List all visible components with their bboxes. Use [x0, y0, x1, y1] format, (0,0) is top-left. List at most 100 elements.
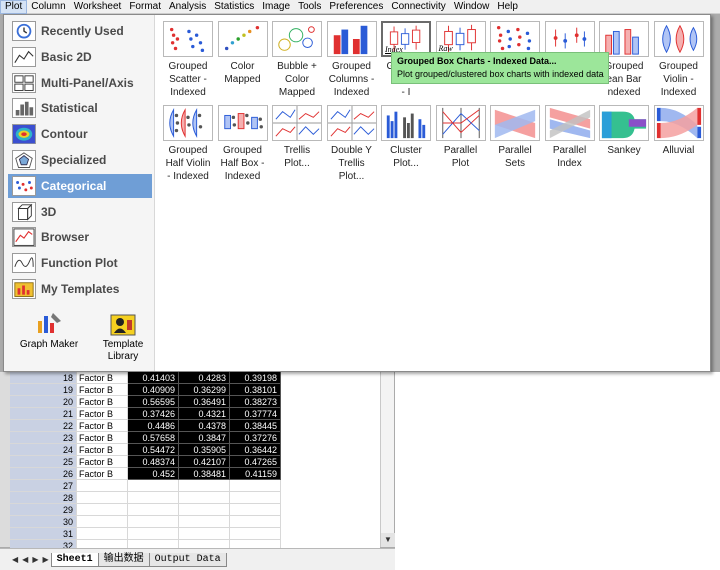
category-basic-2d[interactable]: Basic 2D	[8, 45, 152, 69]
plot-thumb-halfviolin[interactable]: Grouped Half Violin - Indexed	[161, 105, 215, 183]
table-cell[interactable]	[128, 504, 179, 516]
table-cell[interactable]: 0.37774	[230, 408, 281, 420]
table-cell[interactable]: 0.36442	[230, 444, 281, 456]
category-3d[interactable]: 3D	[8, 200, 152, 224]
table-cell[interactable]: 20	[10, 396, 77, 408]
table-cell[interactable]: 0.38481	[179, 468, 230, 480]
table-cell[interactable]: 19	[10, 384, 77, 396]
sheet-tab-output-data[interactable]: Output Data	[148, 552, 227, 567]
table-cell[interactable]: 0.37276	[230, 432, 281, 444]
menu-column[interactable]: Column	[27, 0, 69, 14]
graph-maker-button[interactable]: Graph Maker	[12, 311, 86, 371]
table-cell[interactable]: 0.4321	[179, 408, 230, 420]
table-row[interactable]: 19 Factor B 0.40909 0.36299 0.38101	[10, 384, 380, 396]
table-cell[interactable]	[230, 504, 281, 516]
table-cell[interactable]: 25	[10, 456, 77, 468]
category-multi-panel-axis[interactable]: Multi-Panel/Axis	[8, 71, 152, 95]
table-cell[interactable]: 0.40909	[128, 384, 179, 396]
plot-thumb-alluvial[interactable]: Alluvial	[652, 105, 706, 157]
table-cell[interactable]: 27	[10, 480, 77, 492]
table-row[interactable]: 31	[10, 528, 380, 540]
table-cell[interactable]	[77, 516, 128, 528]
category-specialized[interactable]: Specialized	[8, 148, 152, 172]
table-cell[interactable]: 0.42107	[179, 456, 230, 468]
table-cell[interactable]: 0.4283	[179, 372, 230, 384]
plot-thumb-scatter[interactable]: Grouped Scatter - Indexed	[161, 21, 215, 99]
table-row[interactable]: 28	[10, 492, 380, 504]
table-cell[interactable]	[179, 492, 230, 504]
menu-statistics[interactable]: Statistics	[210, 0, 258, 14]
table-row[interactable]: 23 Factor B 0.57658 0.3847 0.37276	[10, 432, 380, 444]
table-cell[interactable]: Factor B	[77, 384, 128, 396]
table-cell[interactable]: Factor B	[77, 372, 128, 384]
table-cell[interactable]: 0.41159	[230, 468, 281, 480]
table-cell[interactable]: 28	[10, 492, 77, 504]
table-cell[interactable]: 31	[10, 528, 77, 540]
table-cell[interactable]	[128, 492, 179, 504]
table-cell[interactable]: 0.54472	[128, 444, 179, 456]
plot-thumb-halfbox[interactable]: Grouped Half Box - Indexed	[216, 105, 270, 183]
table-cell[interactable]: 0.47265	[230, 456, 281, 468]
table-row[interactable]: 21 Factor B 0.37426 0.4321 0.37774	[10, 408, 380, 420]
category-function-plot[interactable]: Function Plot	[8, 251, 152, 275]
plot-thumb-colorpts[interactable]: Color Mapped	[216, 21, 270, 86]
table-cell[interactable]: Factor B	[77, 456, 128, 468]
menu-preferences[interactable]: Preferences	[325, 0, 387, 14]
category-categorical[interactable]: Categorical	[8, 173, 152, 198]
table-cell[interactable]: 29	[10, 504, 77, 516]
scroll-down-icon[interactable]: ▼	[381, 533, 395, 547]
plot-thumb-violin[interactable]: Grouped Violin - Indexed	[652, 21, 706, 99]
table-cell[interactable]	[128, 480, 179, 492]
menu-worksheet[interactable]: Worksheet	[70, 0, 126, 14]
table-row[interactable]: 24 Factor B 0.54472 0.35905 0.36442	[10, 444, 380, 456]
table-cell[interactable]: 0.36491	[179, 396, 230, 408]
table-cell[interactable]: 0.57658	[128, 432, 179, 444]
table-row[interactable]: 20 Factor B 0.56595 0.36491 0.38273	[10, 396, 380, 408]
menu-format[interactable]: Format	[125, 0, 165, 14]
table-cell[interactable]	[179, 480, 230, 492]
table-cell[interactable]	[77, 528, 128, 540]
table-cell[interactable]: 26	[10, 468, 77, 480]
table-row[interactable]: 25 Factor B 0.48374 0.42107 0.47265	[10, 456, 380, 468]
table-cell[interactable]: Factor B	[77, 408, 128, 420]
plot-thumb-cluster[interactable]: Cluster Plot...	[379, 105, 433, 170]
table-cell[interactable]	[179, 516, 230, 528]
vertical-scrollbar[interactable]: ▼	[380, 372, 395, 547]
category-my-templates[interactable]: My Templates	[8, 277, 152, 301]
table-cell[interactable]: 0.4486	[128, 420, 179, 432]
table-cell[interactable]: 0.4378	[179, 420, 230, 432]
plot-thumb-trellis[interactable]: Trellis Plot...	[270, 105, 324, 170]
plot-thumb-trellis2[interactable]: Double Y Trellis Plot...	[325, 105, 379, 183]
table-cell[interactable]: 30	[10, 516, 77, 528]
table-row[interactable]: 27	[10, 480, 380, 492]
table-cell[interactable]	[230, 528, 281, 540]
table-cell[interactable]: Factor B	[77, 468, 128, 480]
table-cell[interactable]	[77, 492, 128, 504]
tab-first-icon[interactable]: ◀	[10, 555, 20, 564]
plot-thumb-parallel[interactable]: Parallel Plot	[434, 105, 488, 170]
table-cell[interactable]: Factor B	[77, 444, 128, 456]
category-browser[interactable]: Browser	[8, 225, 152, 249]
table-cell[interactable]	[128, 516, 179, 528]
plot-thumb-psets[interactable]: Parallel Sets	[488, 105, 542, 170]
menu-analysis[interactable]: Analysis	[165, 0, 210, 14]
table-cell[interactable]: 0.38273	[230, 396, 281, 408]
table-cell[interactable]	[179, 504, 230, 516]
category-contour[interactable]: Contour	[8, 122, 152, 146]
table-cell[interactable]: 0.56595	[128, 396, 179, 408]
table-cell[interactable]: Factor B	[77, 396, 128, 408]
table-cell[interactable]: 0.39198	[230, 372, 281, 384]
table-row[interactable]: 30	[10, 516, 380, 528]
table-cell[interactable]: 0.36299	[179, 384, 230, 396]
template-library-button[interactable]: Template Library	[86, 311, 160, 371]
table-cell[interactable]: Factor B	[77, 420, 128, 432]
table-cell[interactable]: 18	[10, 372, 77, 384]
sheet-tab-sheet1[interactable]: Sheet1	[50, 552, 99, 567]
plot-thumb-pindex[interactable]: Parallel Index	[543, 105, 597, 170]
table-cell[interactable]: 0.41403	[128, 372, 179, 384]
table-cell[interactable]	[230, 516, 281, 528]
table-cell[interactable]: Factor B	[77, 432, 128, 444]
menu-connectivity[interactable]: Connectivity	[387, 0, 449, 14]
table-cell[interactable]	[230, 492, 281, 504]
category-recently-used[interactable]: Recently Used	[8, 19, 152, 43]
